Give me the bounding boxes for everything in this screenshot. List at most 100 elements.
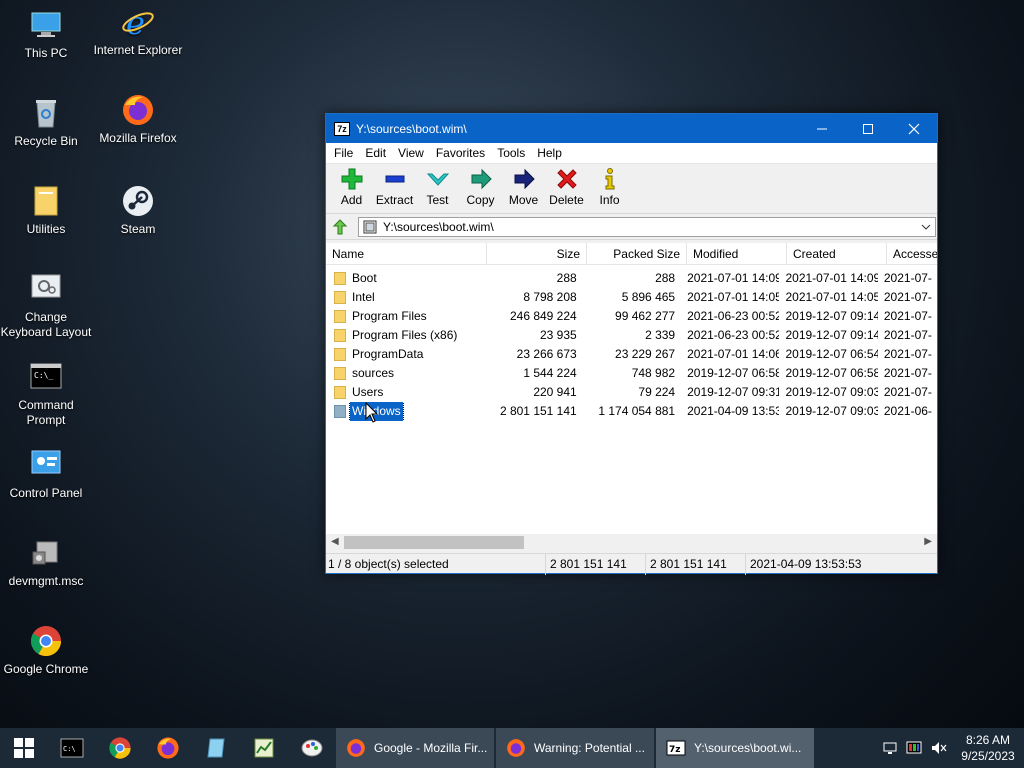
close-button[interactable] — [891, 114, 937, 143]
taskbar-task-7zip[interactable]: 7z Y:\sources\boot.wi... — [656, 728, 814, 768]
chevron-down-icon[interactable] — [921, 222, 931, 232]
clock[interactable]: 8:26 AM 9/25/2023 — [952, 732, 1024, 764]
copy-button[interactable]: Copy — [459, 167, 502, 213]
column-header-created[interactable]: Created — [787, 243, 887, 265]
desktop-icon-label: devmgmt.msc — [8, 574, 84, 588]
horizontal-scrollbar[interactable]: ◀ ▶ — [326, 534, 937, 551]
taskbar-firefox[interactable] — [144, 728, 192, 768]
minimize-button[interactable] — [799, 114, 845, 143]
taskbar-task-firefox-warning[interactable]: Warning: Potential ... — [496, 728, 654, 768]
add-button[interactable]: Add — [330, 167, 373, 213]
delete-button[interactable]: Delete — [545, 167, 588, 213]
taskbar-task-firefox-google[interactable]: Google - Mozilla Fir... — [336, 728, 494, 768]
maximize-button[interactable] — [845, 114, 891, 143]
test-button[interactable]: Test — [416, 167, 459, 213]
menu-edit[interactable]: Edit — [359, 143, 392, 164]
taskbar-command-prompt[interactable]: C:\ — [48, 728, 96, 768]
move-button[interactable]: Move — [502, 167, 545, 213]
delete-label: Delete — [549, 193, 584, 207]
computer-icon — [29, 8, 63, 42]
start-button[interactable] — [0, 728, 48, 768]
taskbar-chart-app[interactable] — [240, 728, 288, 768]
table-row[interactable]: ProgramData 23 266 673 23 229 267 2021-0… — [326, 345, 937, 364]
toolbar: Add Extract Test Copy Move Delete Info — [326, 164, 937, 214]
table-row[interactable]: Users 220 941 79 224 2019-12-07 09:31 20… — [326, 383, 937, 402]
column-header-size[interactable]: Size — [487, 243, 587, 265]
desktop-icon-change-keyboard-layout[interactable]: Change Keyboard Layout — [0, 272, 92, 340]
desktop-icon-recycle-bin[interactable]: Recycle Bin — [0, 96, 92, 149]
desktop-icon-control-panel[interactable]: Control Panel — [0, 448, 92, 501]
taskbar-chrome[interactable] — [96, 728, 144, 768]
column-header-packed-size[interactable]: Packed Size — [587, 243, 687, 265]
row-modified: 2019-12-07 09:31 — [687, 385, 780, 399]
taskbar-paint[interactable] — [288, 728, 336, 768]
table-row[interactable]: Program Files 246 849 224 99 462 277 202… — [326, 307, 937, 326]
desktop-icon-command-prompt[interactable]: C:\_ Command Prompt — [0, 360, 92, 428]
desktop-icon-label: This PC — [24, 46, 68, 60]
row-size: 23 935 — [540, 328, 577, 342]
up-folder-button[interactable] — [330, 217, 350, 237]
table-row[interactable]: Boot 288 288 2021-07-01 14:09 2021-07-01… — [326, 269, 937, 288]
table-row[interactable]: Intel 8 798 208 5 896 465 2021-07-01 14:… — [326, 288, 937, 307]
table-row-selected[interactable]: Windows 2 801 151 141 1 174 054 881 2021… — [326, 402, 937, 421]
desktop-icon-internet-explorer[interactable]: e Internet Explorer — [92, 4, 184, 58]
check-arrow-icon — [426, 173, 449, 186]
chrome-icon — [29, 624, 63, 658]
table-row[interactable]: Program Files (x86) 23 935 2 339 2021-06… — [326, 326, 937, 345]
firefox-icon — [121, 93, 155, 127]
row-accessed: 2021-07- — [883, 309, 932, 323]
svg-text:C:\: C:\ — [63, 745, 76, 753]
menu-view[interactable]: View — [392, 143, 430, 164]
column-header-accessed[interactable]: Accesse — [887, 243, 937, 265]
row-packed-size: 748 982 — [631, 366, 676, 380]
menu-file[interactable]: File — [328, 143, 359, 164]
desktop-icon-label: Utilities — [26, 222, 66, 236]
address-field[interactable]: Y:\sources\boot.wim\ — [358, 216, 936, 237]
desktop-icon-devmgmt[interactable]: devmgmt.msc — [0, 536, 92, 589]
steam-icon — [121, 184, 155, 218]
terminal-icon: C:\_ — [29, 360, 63, 394]
scroll-left-icon[interactable]: ◀ — [331, 536, 339, 547]
desktop-icon-google-chrome[interactable]: Google Chrome — [0, 624, 92, 677]
row-accessed: 2021-07- — [883, 328, 932, 342]
extract-button[interactable]: Extract — [373, 167, 416, 213]
windows-logo-icon — [14, 738, 34, 758]
info-button[interactable]: Info — [588, 167, 631, 213]
row-name: Program Files (x86) — [352, 328, 458, 342]
firefox-icon — [347, 739, 365, 757]
network-icon[interactable] — [882, 740, 898, 756]
firefox-icon — [507, 739, 525, 757]
menu-help[interactable]: Help — [531, 143, 568, 164]
menu-tools[interactable]: Tools — [491, 143, 531, 164]
close-icon — [908, 123, 920, 134]
info-label: Info — [599, 193, 620, 207]
status-date: 2021-04-09 13:53:53 — [750, 556, 862, 571]
table-row[interactable]: sources 1 544 224 748 982 2019-12-07 06:… — [326, 364, 937, 383]
row-accessed: 2021-07- — [883, 290, 932, 304]
desktop-icon-this-pc[interactable]: This PC — [0, 8, 92, 61]
scroll-right-icon[interactable]: ▶ — [924, 536, 932, 547]
display-color-icon[interactable] — [906, 740, 922, 756]
desktop-icon-firefox[interactable]: Mozilla Firefox — [92, 93, 184, 146]
address-text: Y:\sources\boot.wim\ — [383, 219, 494, 234]
column-header-row: Name Size Packed Size Modified Created A… — [326, 243, 937, 265]
status-selection: 1 / 8 object(s) selected — [326, 553, 546, 575]
menu-favorites[interactable]: Favorites — [430, 143, 491, 164]
paint-icon — [301, 739, 323, 757]
desktop-icon-steam[interactable]: Steam — [92, 184, 184, 237]
add-label: Add — [340, 193, 363, 207]
desktop-icon-utilities[interactable]: Utilities — [0, 184, 92, 237]
settings-gear-icon — [29, 272, 63, 306]
title-bar[interactable]: 7z Y:\sources\boot.wim\ — [326, 114, 937, 143]
taskbar-notepad[interactable] — [192, 728, 240, 768]
column-header-name[interactable]: Name — [326, 243, 487, 265]
desktop-icon-label: Internet Explorer — [93, 43, 183, 57]
scrollbar-thumb[interactable] — [344, 536, 524, 549]
task-label: Google - Mozilla Fir... — [374, 741, 488, 755]
column-header-modified[interactable]: Modified — [687, 243, 787, 265]
copy-arrow-icon — [471, 168, 492, 190]
row-size: 8 798 208 — [523, 290, 577, 304]
archive-icon — [363, 220, 377, 233]
volume-muted-icon[interactable] — [930, 740, 948, 756]
folder-icon — [334, 386, 346, 399]
